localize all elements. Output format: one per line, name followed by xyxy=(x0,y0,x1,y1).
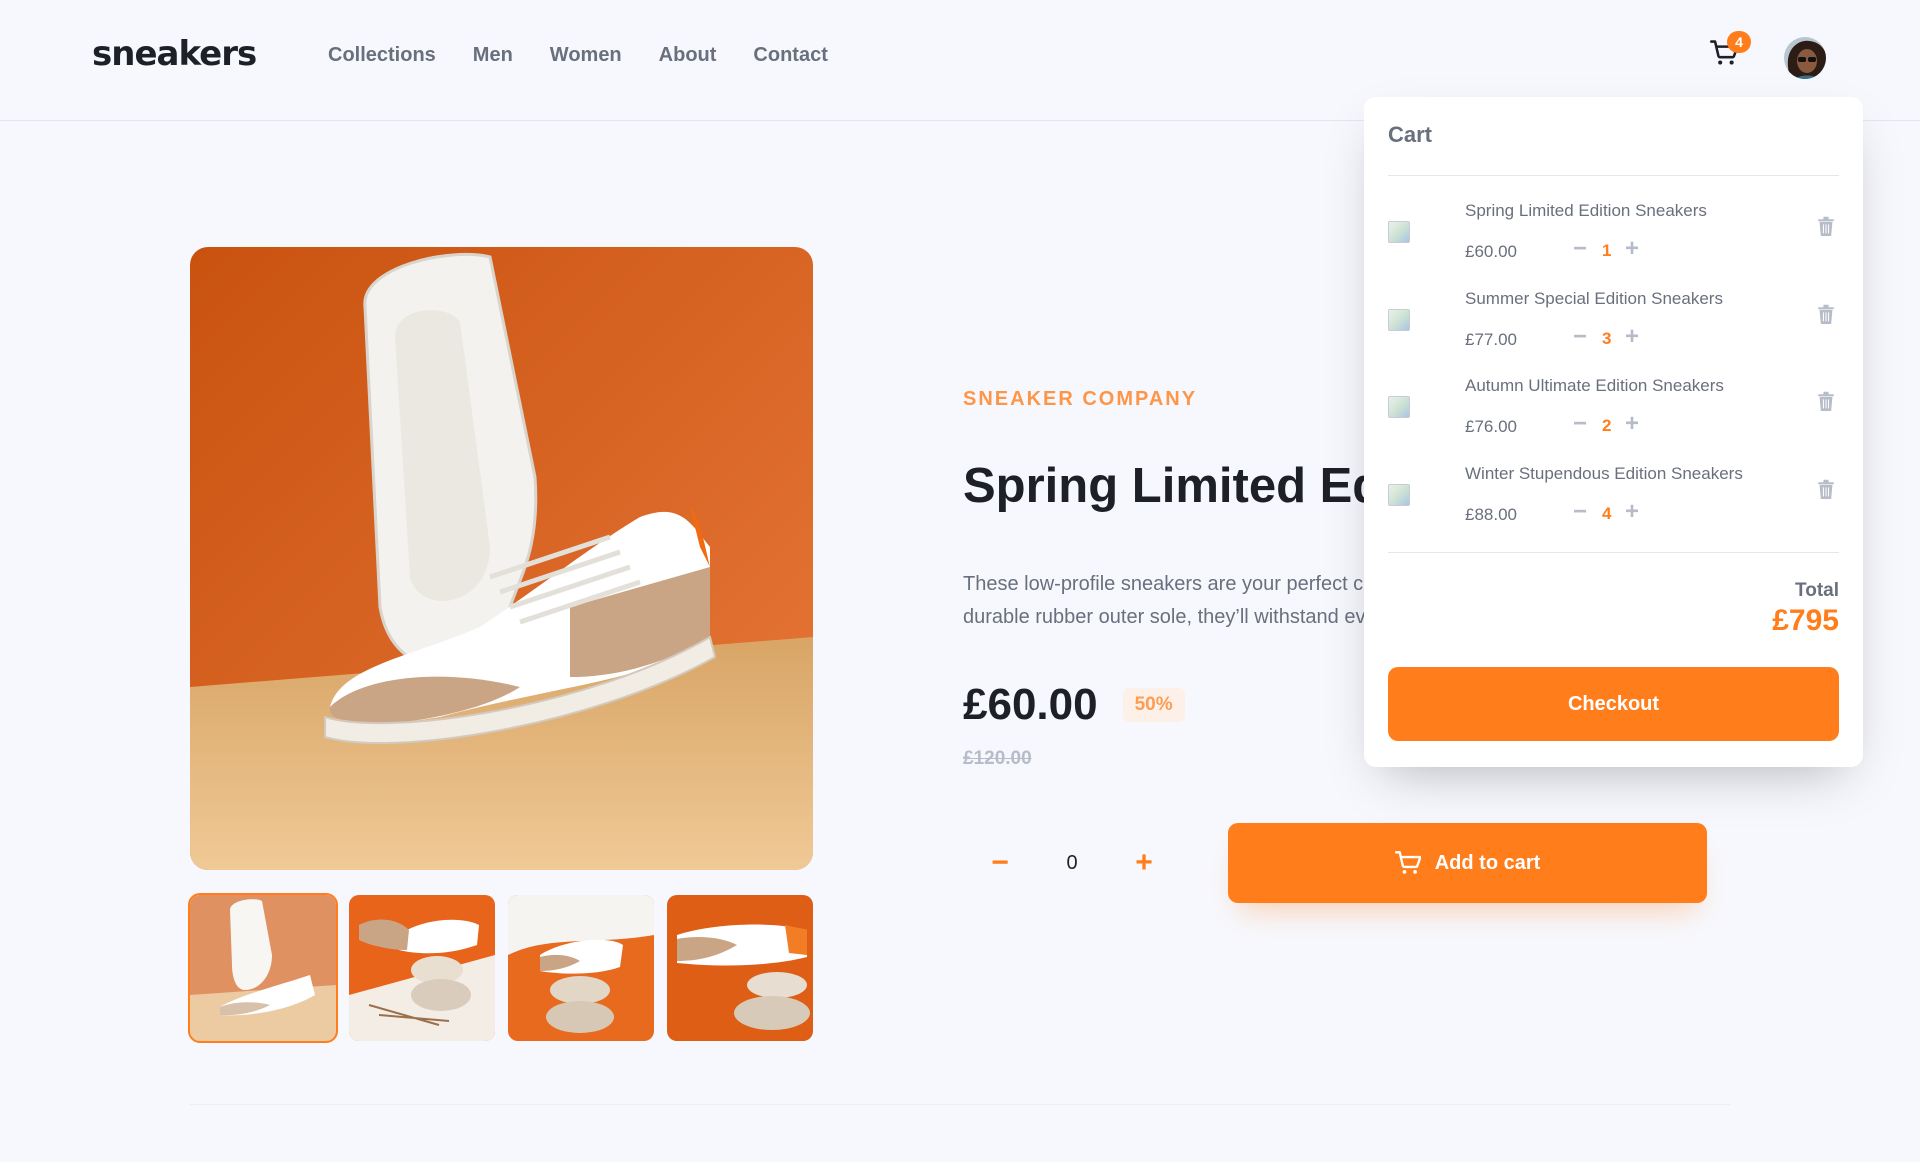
current-price: £60.00 xyxy=(963,680,1098,729)
cart-item-image xyxy=(1388,396,1410,418)
cart-item-quantity: 3 xyxy=(1602,329,1612,348)
cart-item: Winter Stupendous Edition Sneakers £88.0… xyxy=(1388,460,1839,530)
company-name: SNEAKER COMPANY xyxy=(963,388,1198,410)
cart-item-quantity: 4 xyxy=(1602,504,1612,523)
original-price: £120.00 xyxy=(963,748,1032,769)
nav-collections[interactable]: Collections xyxy=(328,44,436,67)
cart-divider xyxy=(1388,552,1839,553)
total-value: £795 xyxy=(1772,604,1839,637)
description-line-1: These low-profile sneakers are your perf… xyxy=(963,573,1383,595)
cart-item-name: Winter Stupendous Edition Sneakers xyxy=(1465,464,1743,483)
product-main-image[interactable] xyxy=(190,247,813,870)
avatar[interactable] xyxy=(1782,35,1828,81)
logo[interactable]: sneakers xyxy=(92,34,257,74)
cart-item-increase-button[interactable]: + xyxy=(1625,323,1639,351)
add-to-cart-label: Add to cart xyxy=(1434,851,1541,874)
cart-item: Autumn Ultimate Edition Sneakers £76.00 … xyxy=(1388,372,1839,442)
price-row: £60.00 50% xyxy=(963,680,1185,730)
cart-item-name: Spring Limited Edition Sneakers xyxy=(1465,201,1707,220)
divider xyxy=(190,1104,1730,1105)
cart-item: Spring Limited Edition Sneakers £60.00 −… xyxy=(1388,197,1839,267)
trash-icon[interactable] xyxy=(1817,479,1835,501)
cart-item-price: £88.00 xyxy=(1465,505,1517,524)
cart-button[interactable]: 4 xyxy=(1710,31,1751,76)
cart-title: Cart xyxy=(1388,122,1433,147)
cart-icon xyxy=(1394,851,1421,874)
description-line-2: durable rubber outer sole, they’ll withs… xyxy=(963,606,1383,628)
cart-item-price: £77.00 xyxy=(1465,330,1517,349)
cart-item-image xyxy=(1388,221,1410,243)
cart-item-image xyxy=(1388,484,1410,506)
cart-item-decrease-button[interactable]: − xyxy=(1573,410,1587,438)
trash-icon[interactable] xyxy=(1817,304,1835,326)
cart-item-increase-button[interactable]: + xyxy=(1625,235,1639,263)
cart-divider xyxy=(1388,175,1839,176)
cart-dropdown: Cart Spring Limited Edition Sneakers £60… xyxy=(1364,97,1863,767)
cart-item-name: Summer Special Edition Sneakers xyxy=(1465,289,1723,308)
nav-about[interactable]: About xyxy=(659,44,717,67)
thumbnail-2[interactable] xyxy=(349,895,495,1041)
cart-item: Summer Special Edition Sneakers £77.00 −… xyxy=(1388,285,1839,355)
trash-icon[interactable] xyxy=(1817,216,1835,238)
cart-item-decrease-button[interactable]: − xyxy=(1573,323,1587,351)
cart-item-image xyxy=(1388,309,1410,331)
thumbnail-3[interactable] xyxy=(508,895,654,1041)
nav-men[interactable]: Men xyxy=(473,44,513,67)
trash-icon[interactable] xyxy=(1817,391,1835,413)
cart-count-badge: 4 xyxy=(1727,31,1751,53)
cart-item-price: £76.00 xyxy=(1465,417,1517,436)
product-description: These low-profile sneakers are your perf… xyxy=(963,568,1383,634)
cart-item-name: Autumn Ultimate Edition Sneakers xyxy=(1465,376,1724,395)
thumbnail-4[interactable] xyxy=(667,895,813,1041)
nav-women[interactable]: Women xyxy=(550,44,622,67)
thumbnail-1[interactable] xyxy=(188,893,338,1043)
quantity-value: 0 xyxy=(1066,851,1078,874)
quantity-decrease-button[interactable]: − xyxy=(985,846,1015,880)
cart-item-decrease-button[interactable]: − xyxy=(1573,235,1587,263)
quantity-stepper: − 0 + xyxy=(963,823,1181,903)
cart-item-increase-button[interactable]: + xyxy=(1625,410,1639,438)
cart-item-decrease-button[interactable]: − xyxy=(1573,498,1587,526)
cart-item-increase-button[interactable]: + xyxy=(1625,498,1639,526)
cart-item-quantity: 1 xyxy=(1602,241,1612,260)
total-label: Total xyxy=(1795,580,1839,601)
nav-contact[interactable]: Contact xyxy=(753,44,827,67)
add-to-cart-button[interactable]: Add to cart xyxy=(1228,823,1707,903)
cart-item-quantity: 2 xyxy=(1602,416,1612,435)
main-nav: Collections Men Women About Contact xyxy=(328,44,828,67)
quantity-increase-button[interactable]: + xyxy=(1129,846,1159,880)
checkout-button[interactable]: Checkout xyxy=(1388,667,1839,741)
cart-item-price: £60.00 xyxy=(1465,242,1517,261)
discount-badge: 50% xyxy=(1122,688,1185,722)
thumbnail-strip xyxy=(188,893,813,1043)
product-title: Spring Limited Edition Sneakers xyxy=(963,459,1383,513)
